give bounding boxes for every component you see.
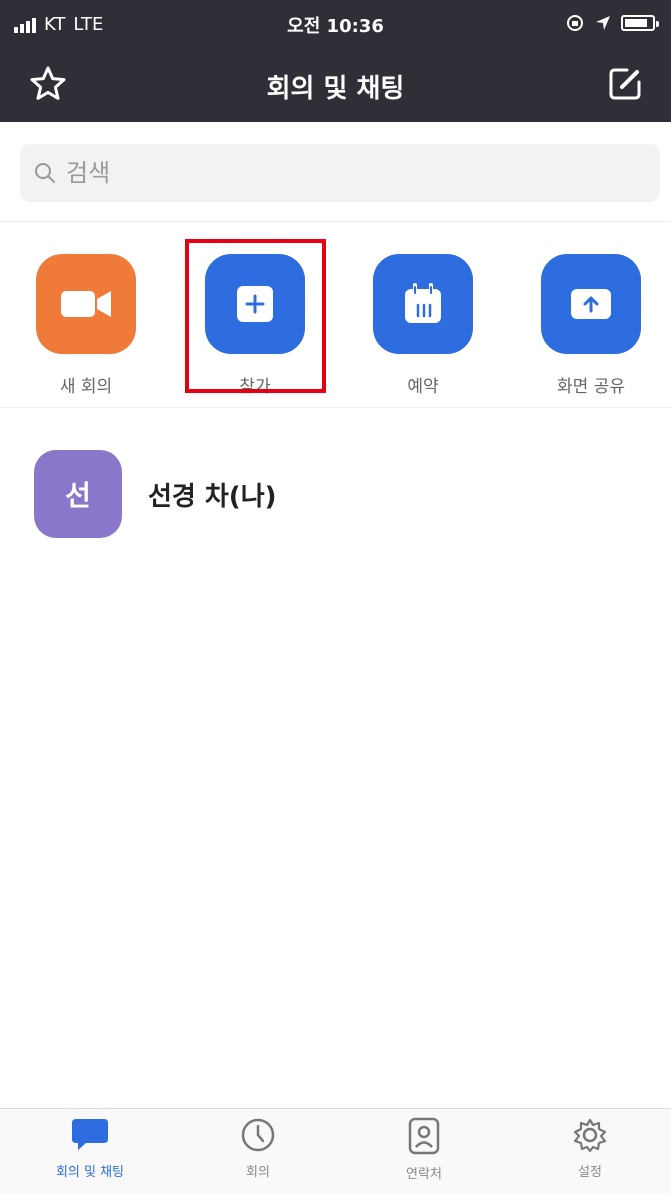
- chat-bubble-icon: [72, 1119, 108, 1150]
- join-highlight-box: [185, 239, 326, 393]
- search-area: [0, 122, 671, 222]
- status-right: [565, 14, 659, 32]
- new-meeting-button[interactable]: [36, 254, 136, 354]
- contacts-icon: [408, 1117, 440, 1155]
- nav-bar: 회의 및 채팅: [0, 48, 671, 122]
- gear-icon: [573, 1118, 607, 1153]
- tab-contacts[interactable]: 연락처: [354, 1117, 494, 1182]
- video-camera-icon: [61, 291, 111, 317]
- location-icon: [596, 16, 610, 30]
- tab-label: 회의: [246, 1165, 270, 1180]
- page-title: 회의 및 채팅: [266, 74, 405, 104]
- tab-meetings-chat[interactable]: 회의 및 채팅: [20, 1117, 160, 1180]
- calendar-icon: [405, 283, 441, 323]
- share-screen-button[interactable]: [541, 254, 641, 354]
- share-screen-label: 화면 공유: [557, 377, 625, 397]
- schedule-label: 예약: [407, 377, 439, 397]
- contact-row[interactable]: 선 선경 차(나): [0, 408, 671, 568]
- tab-settings[interactable]: 설정: [520, 1117, 660, 1180]
- tab-label: 연락처: [406, 1167, 442, 1182]
- tab-bar: 회의 및 채팅 회의 연락처 설정: [0, 1108, 671, 1193]
- tab-label: 설정: [578, 1165, 602, 1180]
- orientation-lock-icon: [567, 15, 583, 31]
- tab-label: 회의 및 채팅: [55, 1165, 125, 1180]
- share-screen-action[interactable]: 화면 공유: [536, 254, 646, 397]
- avatar: 선: [34, 450, 122, 538]
- search-input[interactable]: [66, 159, 626, 187]
- quick-actions: 새 회의 참가 예약 화면 공유: [0, 222, 671, 408]
- search-bar[interactable]: [20, 144, 660, 202]
- share-screen-icon: [571, 289, 611, 319]
- compose-icon[interactable]: [605, 64, 645, 104]
- status-bar: KT LTE 오전 10:36: [0, 0, 671, 48]
- contact-name: 선경 차(나): [148, 482, 277, 512]
- tab-meetings[interactable]: 회의: [188, 1117, 328, 1180]
- new-meeting-label: 새 회의: [59, 377, 113, 397]
- battery-icon: [621, 15, 659, 31]
- search-icon: [35, 163, 55, 183]
- schedule-button[interactable]: [373, 254, 473, 354]
- clock-icon: [241, 1118, 275, 1152]
- new-meeting-action[interactable]: 새 회의: [31, 254, 141, 397]
- schedule-action[interactable]: 예약: [368, 254, 478, 397]
